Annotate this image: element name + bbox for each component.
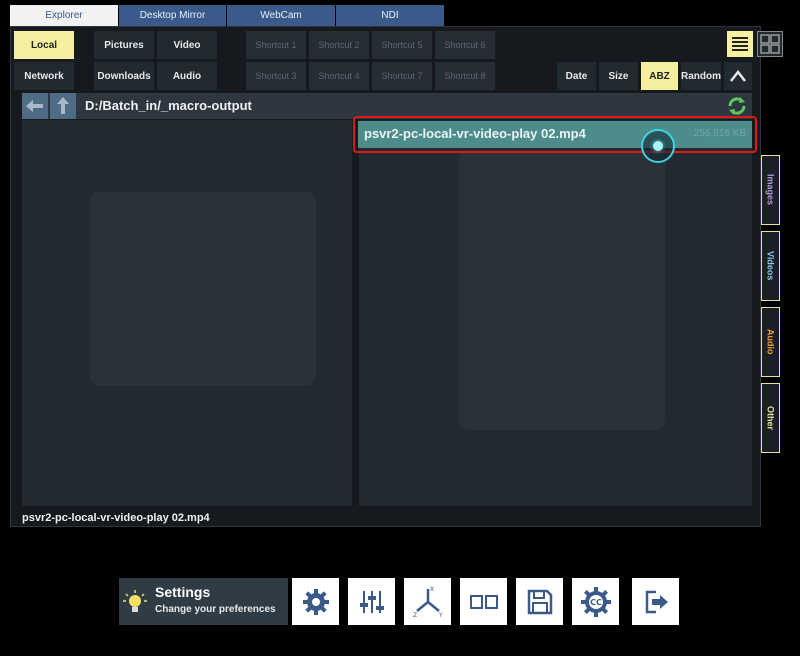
dual-view-icon	[469, 594, 498, 609]
svg-text:X: X	[430, 586, 434, 593]
subtitles-gear-icon: CC	[580, 586, 611, 617]
sort-size-button[interactable]: Size	[599, 62, 638, 90]
up-arrow-icon[interactable]	[50, 93, 76, 119]
tab-explorer[interactable]: Explorer	[10, 5, 118, 26]
exit-button[interactable]	[632, 578, 679, 625]
settings-subtitle: Change your preferences	[155, 604, 276, 615]
network-button[interactable]: Network	[14, 62, 74, 90]
sort-abz-button[interactable]: ABZ	[641, 62, 678, 90]
settings-button[interactable]	[292, 578, 339, 625]
axes-button[interactable]: X Z Y	[404, 578, 451, 625]
tab-ndi[interactable]: NDI	[336, 5, 444, 26]
pictures-button[interactable]: Pictures	[94, 31, 154, 59]
save-button[interactable]	[516, 578, 563, 625]
refresh-icon[interactable]	[726, 95, 748, 117]
current-path: D:/Batch_in/_macro-output	[85, 98, 252, 113]
settings-info-card: Settings Change your preferences	[119, 578, 288, 625]
shortcut-6-button[interactable]: Shortcut 6	[435, 31, 495, 59]
video-button[interactable]: Video	[157, 31, 217, 59]
subtitles-settings-button[interactable]: CC	[572, 578, 619, 625]
downloads-button[interactable]: Downloads	[94, 62, 154, 90]
file-pane[interactable]	[359, 120, 752, 506]
status-filename: psvr2-pc-local-vr-video-play 02.mp4	[22, 512, 210, 524]
shortcut-4-button[interactable]: Shortcut 4	[309, 62, 369, 90]
chevron-up-icon	[730, 69, 746, 82]
back-arrow-icon[interactable]	[22, 93, 48, 119]
side-tab-videos[interactable]: Videos	[761, 231, 780, 301]
shortcut-2-button[interactable]: Shortcut 2	[309, 31, 369, 59]
list-view-icon[interactable]	[727, 31, 753, 57]
grid-view-icon[interactable]	[757, 31, 783, 57]
sort-date-button[interactable]: Date	[557, 62, 596, 90]
shortcut-3-button[interactable]: Shortcut 3	[246, 62, 306, 90]
shortcut-7-button[interactable]: Shortcut 7	[372, 62, 432, 90]
sort-direction-button[interactable]	[724, 62, 752, 90]
local-button[interactable]: Local	[14, 31, 74, 59]
vr-pointer-cursor	[641, 129, 675, 163]
tab-webcam[interactable]: WebCam	[227, 5, 335, 26]
gear-icon	[302, 588, 329, 615]
settings-title: Settings	[155, 584, 211, 600]
side-tab-other[interactable]: Other	[761, 383, 780, 453]
shortcut-8-button[interactable]: Shortcut 8	[435, 62, 495, 90]
side-tab-audio[interactable]: Audio	[761, 307, 780, 377]
folder-placeholder-icon	[90, 192, 316, 386]
bulb-icon	[123, 590, 147, 616]
shortcut-1-button[interactable]: Shortcut 1	[246, 31, 306, 59]
equalizer-button[interactable]	[348, 578, 395, 625]
svg-text:Y: Y	[438, 612, 443, 619]
sort-random-button[interactable]: Random	[681, 62, 721, 90]
tab-desktop-mirror[interactable]: Desktop Mirror	[119, 5, 226, 26]
svg-text:Z: Z	[413, 612, 417, 619]
side-tab-images[interactable]: Images	[761, 155, 780, 225]
axes-icon: X Z Y	[413, 586, 443, 619]
exit-icon	[645, 590, 668, 613]
shortcut-5-button[interactable]: Shortcut 5	[372, 31, 432, 59]
file-placeholder-icon	[459, 150, 665, 430]
dual-view-button[interactable]	[460, 578, 507, 625]
audio-button[interactable]: Audio	[157, 62, 217, 90]
svg-text:CC: CC	[590, 598, 602, 607]
save-icon	[527, 589, 552, 614]
selection-highlight	[353, 116, 757, 153]
folder-pane[interactable]	[22, 120, 352, 506]
sliders-icon	[359, 590, 384, 613]
